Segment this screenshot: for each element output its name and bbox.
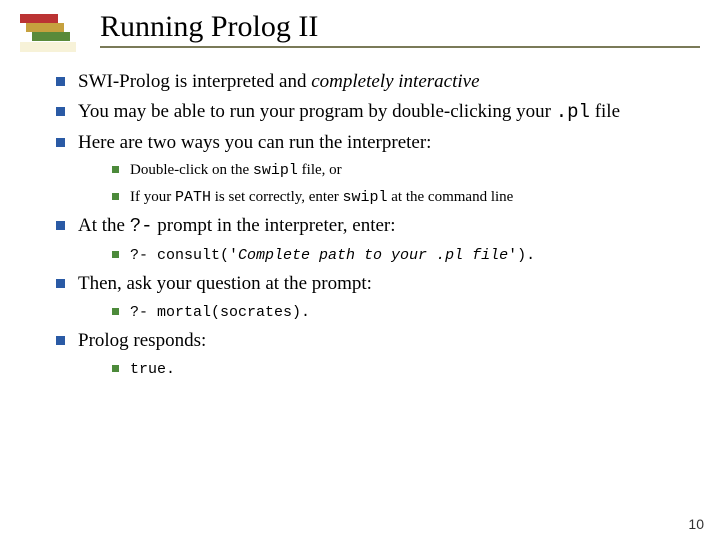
emphasis: completely interactive: [311, 71, 479, 92]
bullet-double-click-pl: You may be able to run your program by d…: [48, 100, 692, 125]
title-underline: [100, 46, 700, 48]
bullet-swi-interactive: SWI-Prolog is interpreted and completely…: [48, 70, 692, 94]
subbullet-mortal-query: ?- mortal(socrates).: [108, 302, 692, 323]
page-number: 10: [688, 516, 704, 532]
subbullet-true: true.: [108, 359, 692, 380]
text: Double-click on the: [130, 162, 253, 178]
subbullet-path-swipl: If your PATH is set correctly, enter swi…: [108, 187, 692, 208]
text: Here are two ways you can run the interp…: [78, 132, 431, 153]
bullet-two-ways: Here are two ways you can run the interp…: [48, 131, 692, 208]
text: file, or: [298, 162, 342, 178]
text: SWI-Prolog is interpreted and: [78, 71, 311, 92]
text: at the command line: [388, 189, 514, 205]
text: Prolog responds:: [78, 330, 206, 351]
code: swipl: [343, 189, 388, 206]
code: ?-: [130, 215, 153, 237]
code: ?- mortal(socrates).: [130, 304, 310, 321]
slide-title: Running Prolog II: [100, 10, 700, 44]
bullet-prolog-responds: Prolog responds: true.: [48, 329, 692, 380]
bullet-at-prompt: At the ?- prompt in the interpreter, ent…: [48, 214, 692, 266]
code: true.: [130, 361, 175, 378]
text: You may be able to run your program by d…: [78, 101, 556, 122]
code: ?- consult(': [130, 247, 238, 264]
subbullet-consult: ?- consult('Complete path to your .pl fi…: [108, 245, 692, 266]
code: swipl: [253, 162, 298, 179]
title-block: Running Prolog II: [100, 10, 700, 48]
code-italic: Complete path to your .pl file: [238, 247, 508, 264]
text: Then, ask your question at the prompt:: [78, 273, 372, 294]
text: is set correctly, enter: [211, 189, 342, 205]
code: ').: [508, 247, 535, 264]
code: PATH: [175, 189, 211, 206]
subbullet-double-click-swipl: Double-click on the swipl file, or: [108, 160, 692, 181]
text: file: [590, 101, 620, 122]
text: At the: [78, 215, 130, 236]
slide-logo: [20, 14, 76, 54]
slide-content: SWI-Prolog is interpreted and completely…: [48, 70, 692, 386]
text: If your: [130, 189, 175, 205]
bullet-ask-question: Then, ask your question at the prompt: ?…: [48, 272, 692, 323]
code: .pl: [556, 101, 590, 123]
text: prompt in the interpreter, enter:: [153, 215, 396, 236]
